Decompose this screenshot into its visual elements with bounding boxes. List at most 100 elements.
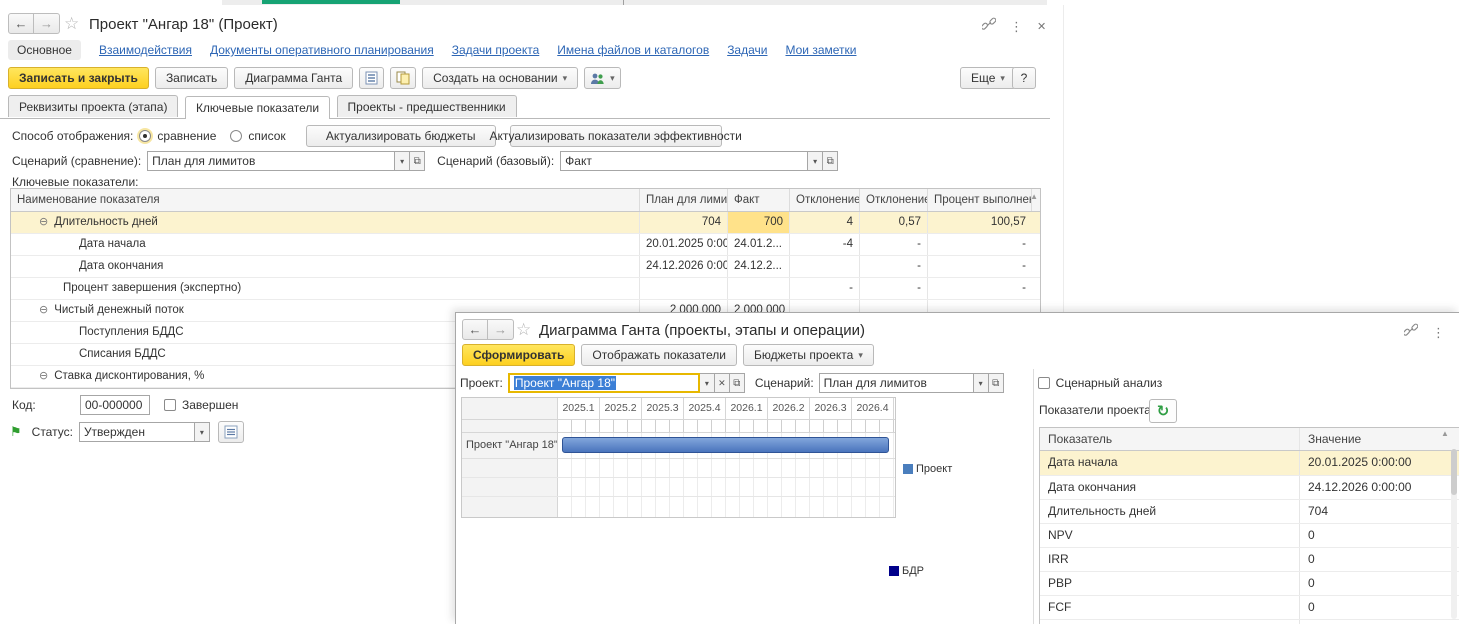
indicator-row[interactable]: Дата окончания 24.12.2026 0:00:00 [1040, 476, 1459, 500]
forward-button[interactable]: → [34, 13, 60, 34]
completed-label[interactable]: Завершен [182, 398, 238, 412]
gantt-project-row[interactable]: Проект "Ангар 18" [462, 433, 895, 459]
col-deviation-pct[interactable]: Отклонение,% [860, 189, 928, 211]
close-icon[interactable]: ✕ [1037, 20, 1046, 33]
save-and-close-button[interactable]: Записать и закрыть [8, 67, 149, 89]
indicator-row[interactable]: FCF 0 [1040, 596, 1459, 620]
quarter-label: 2026.3 [810, 398, 852, 419]
nav-project-tasks[interactable]: Задачи проекта [452, 43, 540, 57]
nav-my-notes[interactable]: Мои заметки [785, 43, 856, 57]
indicator-row[interactable]: NPV 0 [1040, 524, 1459, 548]
tab-key-indicators[interactable]: Ключевые показатели [184, 96, 331, 119]
status-dropdown-icon[interactable]: ▾ [194, 422, 210, 442]
col-plan[interactable]: План для лимитов [640, 189, 728, 211]
indicators-scrollbar[interactable] [1451, 449, 1457, 619]
nav-main[interactable]: Основное [8, 40, 81, 60]
indicator-row[interactable]: IRR 0 [1040, 548, 1459, 572]
generate-button[interactable]: Сформировать [462, 344, 576, 366]
report-icon-button[interactable] [359, 67, 385, 89]
scenario-base-dropdown-icon[interactable]: ▾ [808, 151, 824, 171]
project-field[interactable]: Проект "Ангар 18" [507, 373, 700, 393]
col-indicator[interactable]: Показатель [1040, 428, 1300, 450]
col-value[interactable]: Значение [1300, 428, 1459, 450]
table-row[interactable]: Процент завершения (экспертно) - - - [11, 278, 1040, 300]
gantt-header: 2025.1 2025.2 2025.3 2025.4 2026.1 2026.… [462, 398, 895, 420]
col-name[interactable]: Наименование показателя [11, 189, 640, 211]
project-dropdown-icon[interactable]: ▾ [699, 373, 715, 393]
scroll-up-icon[interactable]: ▲ [1441, 429, 1449, 438]
scenario-field[interactable]: План для лимитов [818, 373, 974, 393]
radio-list[interactable] [230, 130, 243, 142]
collapse-icon[interactable]: ⊖ [39, 370, 48, 382]
save-button[interactable]: Записать [154, 67, 229, 89]
favorite-star-icon[interactable]: ☆ [516, 320, 531, 340]
scenario-dropdown-icon[interactable]: ▾ [973, 373, 989, 393]
col-deviation[interactable]: Отклонение [790, 189, 860, 211]
completed-checkbox[interactable] [164, 399, 176, 411]
gantt-project-bar[interactable] [562, 437, 889, 453]
show-indicators-button[interactable]: Отображать показатели [581, 344, 738, 366]
back-button[interactable]: ← [8, 13, 34, 34]
scenario-compare-dropdown-icon[interactable]: ▾ [395, 151, 411, 171]
chevron-down-icon: ▾ [1000, 72, 1005, 83]
project-clear-icon[interactable]: ✕ [714, 373, 730, 393]
collapse-icon[interactable]: ⊖ [39, 216, 48, 228]
back-icon: ← [468, 322, 482, 337]
refresh-button[interactable]: ↻ [1149, 399, 1177, 423]
scenario-base-open-icon[interactable]: ⧉ [823, 151, 839, 171]
scenario-analysis-label[interactable]: Сценарный анализ [1056, 376, 1163, 390]
forward-button[interactable]: → [488, 319, 514, 340]
radio-list-label[interactable]: список [248, 129, 285, 143]
scenario-compare-open-icon[interactable]: ⧉ [410, 151, 426, 171]
create-based-on-button[interactable]: Создать на основании ▾ [422, 67, 579, 89]
nav-file-names[interactable]: Имена файлов и каталогов [557, 43, 709, 57]
actualize-efficiency-button[interactable]: Актуализировать показатели эффективности [490, 125, 742, 147]
nav-tasks[interactable]: Задачи [727, 43, 767, 57]
table-row[interactable]: Дата окончания 24.12.2026 0:00... 24.12.… [11, 256, 1040, 278]
back-button[interactable]: ← [462, 319, 488, 340]
forward-icon: → [40, 16, 53, 31]
scenario-analysis-checkbox[interactable] [1037, 377, 1050, 389]
more-actions-button[interactable]: Еще ▾ [960, 67, 1016, 89]
col-fact[interactable]: Факт [728, 189, 790, 211]
assign-performers-button[interactable]: ▾ [584, 67, 621, 89]
project-open-icon[interactable]: ⧉ [729, 373, 745, 393]
get-link-icon[interactable] [980, 17, 997, 36]
collapse-icon[interactable]: ⊖ [39, 304, 48, 316]
status-history-button[interactable] [217, 421, 244, 443]
tab-predecessors[interactable]: Проекты - предшественники [336, 95, 517, 117]
actualize-budgets-button[interactable]: Актуализировать бюджеты [305, 125, 496, 147]
scenario-open-icon[interactable]: ⧉ [988, 373, 1004, 393]
more-menu-icon[interactable]: ⋮ [1010, 19, 1023, 35]
status-field[interactable]: Утвержден [78, 422, 195, 442]
scrollbar-thumb[interactable] [1451, 449, 1457, 495]
more-menu-icon[interactable]: ⋮ [1432, 325, 1445, 341]
form-toolbar: Записать и закрыть Записать Диаграмма Га… [8, 67, 621, 89]
nav-operational-docs[interactable]: Документы оперативного планирования [210, 43, 434, 57]
copy-structure-icon-button[interactable] [390, 67, 417, 89]
indicator-row[interactable]: PBP 0 [1040, 572, 1459, 596]
tab-requisites[interactable]: Реквизиты проекта (этапа) [8, 95, 179, 117]
scenario-base-field[interactable]: Факт [560, 151, 809, 171]
gantt-empty-row [462, 478, 895, 497]
radio-compare[interactable] [139, 130, 152, 142]
gantt-chart-button[interactable]: Диаграмма Ганта [234, 67, 354, 89]
indicator-row[interactable]: Длительность дней 704 [1040, 500, 1459, 524]
code-field[interactable]: 00-000000 [80, 395, 150, 415]
panel-splitter[interactable] [1033, 369, 1034, 624]
help-button[interactable]: ? [1012, 67, 1036, 89]
col-completion-pct[interactable]: Процент выполнения [928, 189, 1032, 211]
project-budgets-button[interactable]: Бюджеты проекта ▾ [743, 344, 874, 366]
indicator-row[interactable]: PI 0 [1040, 620, 1459, 624]
gantt-controls-row: Проект: Проект "Ангар 18" ▾ ✕ ⧉ Сценарий… [460, 373, 1162, 393]
code-label: Код: [12, 398, 36, 412]
get-link-icon[interactable] [1402, 323, 1419, 342]
scenario-compare-field[interactable]: План для лимитов [147, 151, 396, 171]
table-row[interactable]: Дата начала 20.01.2025 0:00... 24.01.2..… [11, 234, 1040, 256]
scroll-up-icon[interactable]: ▲ [1030, 192, 1038, 201]
nav-interactions[interactable]: Взаимодействия [99, 43, 192, 57]
favorite-star-icon[interactable]: ☆ [64, 14, 79, 34]
radio-compare-label[interactable]: сравнение [157, 129, 216, 143]
indicator-row[interactable]: Дата начала 20.01.2025 0:00:00 [1040, 451, 1459, 476]
table-row[interactable]: ⊖ Длительность дней 704 700 4 0,57 100,57 [11, 212, 1040, 234]
